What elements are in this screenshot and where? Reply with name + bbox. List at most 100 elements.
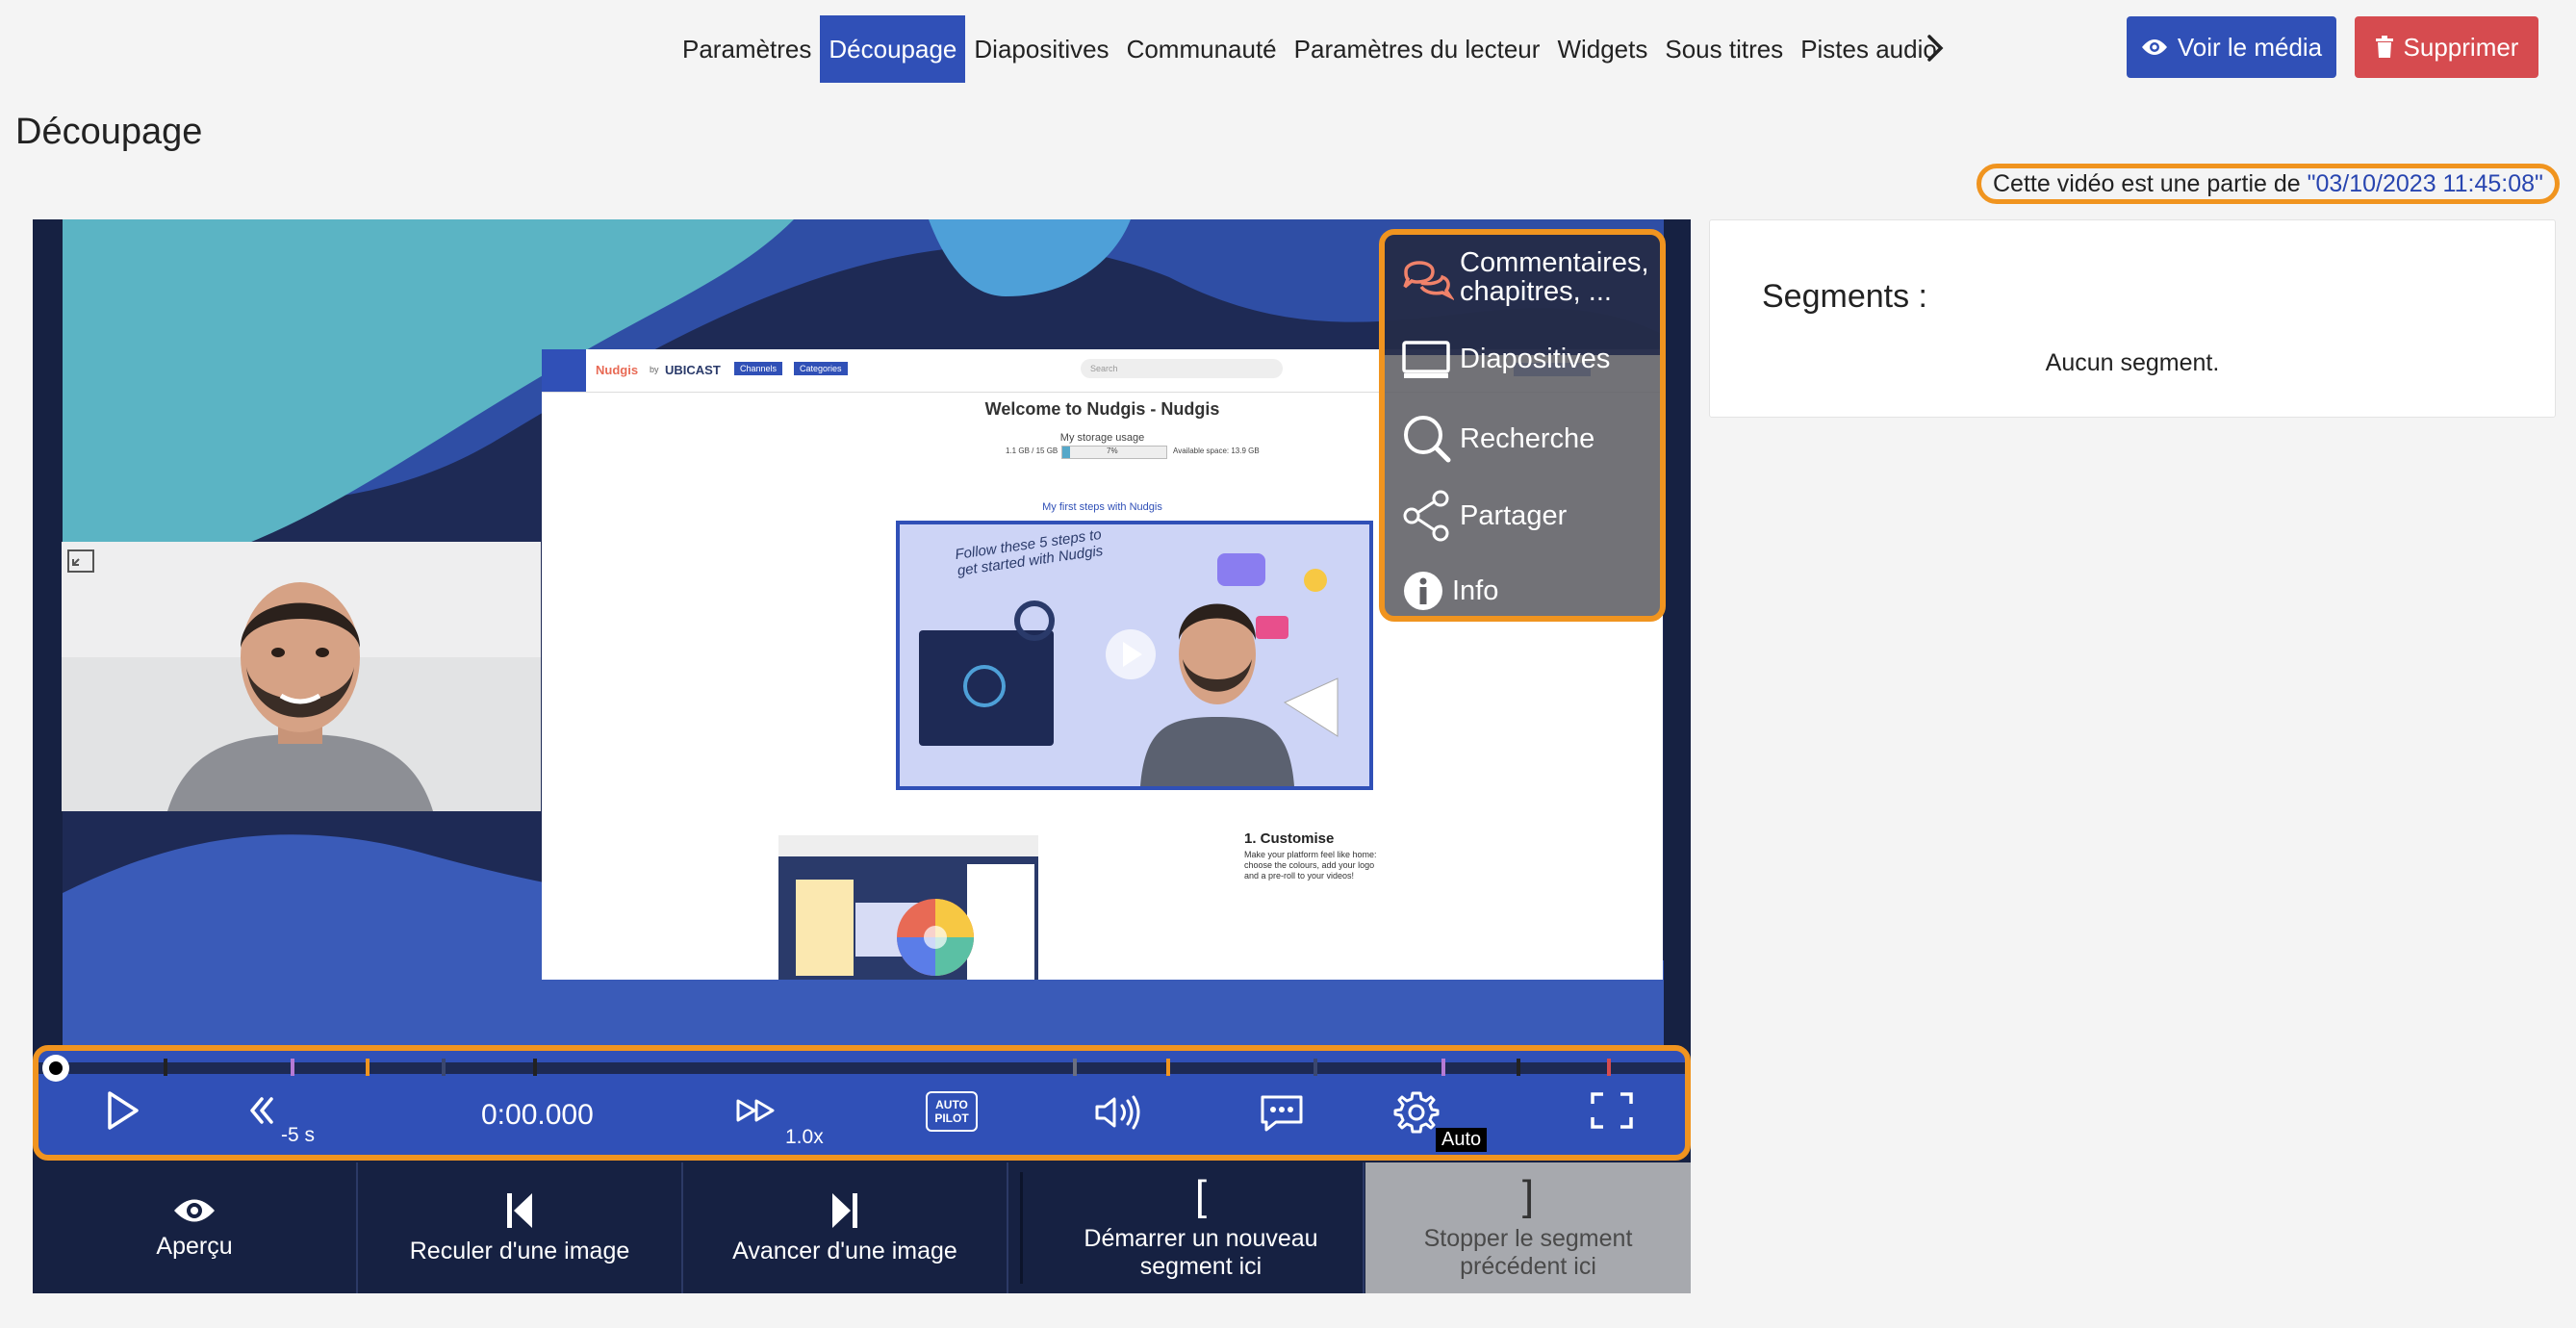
gear-icon [1393, 1091, 1440, 1134]
quality-badge: Auto [1436, 1128, 1488, 1152]
trash-icon [2375, 36, 2393, 58]
previous-frame-button[interactable]: Reculer d'une image [358, 1162, 683, 1293]
tab-decoupage[interactable]: Découpage [820, 15, 966, 83]
slide-customise-card [796, 880, 854, 976]
menu-search[interactable]: Recherche [1400, 412, 1594, 466]
view-media-button[interactable]: Voir le média [2127, 16, 2336, 78]
chapter-marker [1441, 1059, 1445, 1076]
expand-icon[interactable] [67, 549, 94, 573]
menu-info-label: Info [1452, 575, 1499, 606]
subtitles-icon [1261, 1095, 1303, 1132]
segments-panel: Segments : Aucun segment. [1709, 219, 2556, 418]
chapter-marker [291, 1059, 294, 1076]
search-icon [1404, 416, 1451, 463]
start-segment-button[interactable]: [ Démarrer un nouveau segment ici [1039, 1162, 1365, 1293]
menu-share[interactable]: Partager [1400, 489, 1567, 543]
slide-brand-by: by [650, 365, 659, 374]
share-icon [1403, 490, 1449, 542]
color-wheel-icon [897, 899, 974, 976]
next-frame-label: Avancer d'une image [732, 1237, 957, 1264]
chapter-marker [1314, 1059, 1317, 1076]
comments-icon [1403, 261, 1454, 300]
tab-parametres-lecteur[interactable]: Paramètres du lecteur [1286, 15, 1549, 83]
speaker-camera-view[interactable] [62, 542, 541, 811]
rewind-icon [250, 1097, 273, 1124]
chapter-marker [1073, 1059, 1077, 1076]
menu-comments-label: Commentaires, chapitres, ... [1460, 247, 1649, 307]
player-control-bar: -5 s 0:00.000 1.0x AUTO PILOT Auto [33, 1045, 1691, 1161]
start-segment-label: Démarrer un nouveau segment ici [1084, 1225, 1318, 1280]
menu-share-label: Partager [1460, 500, 1568, 531]
preview-button[interactable]: Aperçu [33, 1162, 358, 1293]
speed-button[interactable] [735, 1095, 779, 1126]
delete-button[interactable]: Supprimer [2355, 16, 2538, 78]
chapter-marker [1166, 1059, 1170, 1076]
fullscreen-button[interactable] [1590, 1091, 1634, 1130]
subtitles-button[interactable] [1259, 1093, 1305, 1134]
stop-segment-label: Stopper le segment précédent ici [1423, 1225, 1633, 1280]
progress-bar[interactable] [38, 1055, 1685, 1082]
next-frame-button[interactable]: Avancer d'une image [683, 1162, 1008, 1293]
parent-media-info: Cette vidéo est une partie de "03/10/202… [1977, 164, 2560, 204]
cut-edit-toolbar: Aperçu Reculer d'une image Avancer d'une… [33, 1162, 1691, 1293]
info-icon [1404, 572, 1442, 610]
segments-empty-message: Aucun segment. [2045, 349, 2220, 376]
tab-sous-titres[interactable]: Sous titres [1656, 15, 1792, 83]
eye-icon [2141, 39, 2167, 55]
slide-storage-fill [1062, 447, 1070, 458]
play-button[interactable] [100, 1089, 142, 1132]
preview-label: Aperçu [156, 1232, 233, 1260]
slide-customise-title: 1. Customise [1244, 830, 1335, 847]
eye-icon [174, 1199, 215, 1221]
fullscreen-icon [1591, 1092, 1633, 1129]
close-bracket-icon: ] [1521, 1172, 1535, 1219]
settings-button[interactable] [1393, 1089, 1440, 1136]
next-frame-icon [832, 1192, 857, 1228]
slide-customise-text: Make your platform feel like home: choos… [1244, 850, 1377, 881]
rewind-button[interactable] [246, 1095, 277, 1126]
tab-diapositives[interactable]: Diapositives [965, 15, 1117, 83]
menu-slides[interactable]: Diapositives [1400, 335, 1610, 383]
tabs-next-arrow-icon[interactable] [1923, 31, 1948, 65]
slide-categories: Categories [794, 362, 848, 375]
menu-comments[interactable]: Commentaires, chapitres, ... [1400, 248, 1652, 306]
menu-info[interactable]: Info [1400, 568, 1498, 614]
tab-widgets[interactable]: Widgets [1548, 15, 1656, 83]
volume-icon [1095, 1095, 1140, 1130]
slide-customise-preview-header [778, 835, 1038, 856]
segments-title: Segments : [1762, 278, 1927, 315]
time-display: 0:00.000 [481, 1099, 594, 1131]
speed-label: 1.0x [785, 1126, 824, 1148]
play-icon [108, 1091, 139, 1130]
view-media-label: Voir le média [2177, 32, 2323, 62]
tab-communaute[interactable]: Communauté [1118, 15, 1286, 83]
volume-button[interactable] [1093, 1093, 1143, 1132]
fast-forward-icon [736, 1099, 775, 1122]
tab-parametres[interactable]: Paramètres [674, 15, 820, 83]
autopilot-label-line2: PILOT [934, 1111, 969, 1125]
slide-storage-used: 1.1 GB / 15 GB [1006, 447, 1058, 455]
autopilot-label-line1: AUTO [935, 1098, 968, 1111]
slide-company: UBICAST [665, 363, 721, 377]
previous-frame-label: Reculer d'une image [409, 1237, 630, 1264]
progress-knob[interactable] [42, 1055, 69, 1082]
page-title: Découpage [15, 112, 203, 152]
slide-search: Search [1081, 359, 1283, 378]
video-player[interactable]: Nudgis by UBICAST Channels Categories Se… [33, 219, 1691, 1293]
chapter-marker [1517, 1059, 1520, 1076]
rewind-label: -5 s [281, 1124, 316, 1146]
slide-channels: Channels [734, 362, 783, 375]
chapter-marker [1607, 1059, 1611, 1076]
autopilot-button[interactable]: AUTO PILOT [926, 1091, 978, 1132]
slide-video-thumbnail: Follow these 5 steps to get started with… [896, 521, 1373, 790]
chapter-marker [164, 1059, 167, 1076]
parent-media-link[interactable]: "03/10/2023 11:45:08" [2308, 170, 2543, 198]
slides-icon [1402, 341, 1450, 378]
editor-tabs: Paramètres Découpage Diapositives Commun… [674, 15, 1946, 83]
chapter-marker [442, 1059, 446, 1076]
open-bracket-icon: [ [1194, 1172, 1208, 1219]
player-side-menu: Commentaires, chapitres, ... Diapositive… [1379, 229, 1666, 622]
stop-segment-button[interactable]: ] Stopper le segment précédent ici [1365, 1162, 1691, 1293]
speaker-image [62, 542, 541, 811]
slide-storage-pct: 7% [1107, 447, 1118, 455]
